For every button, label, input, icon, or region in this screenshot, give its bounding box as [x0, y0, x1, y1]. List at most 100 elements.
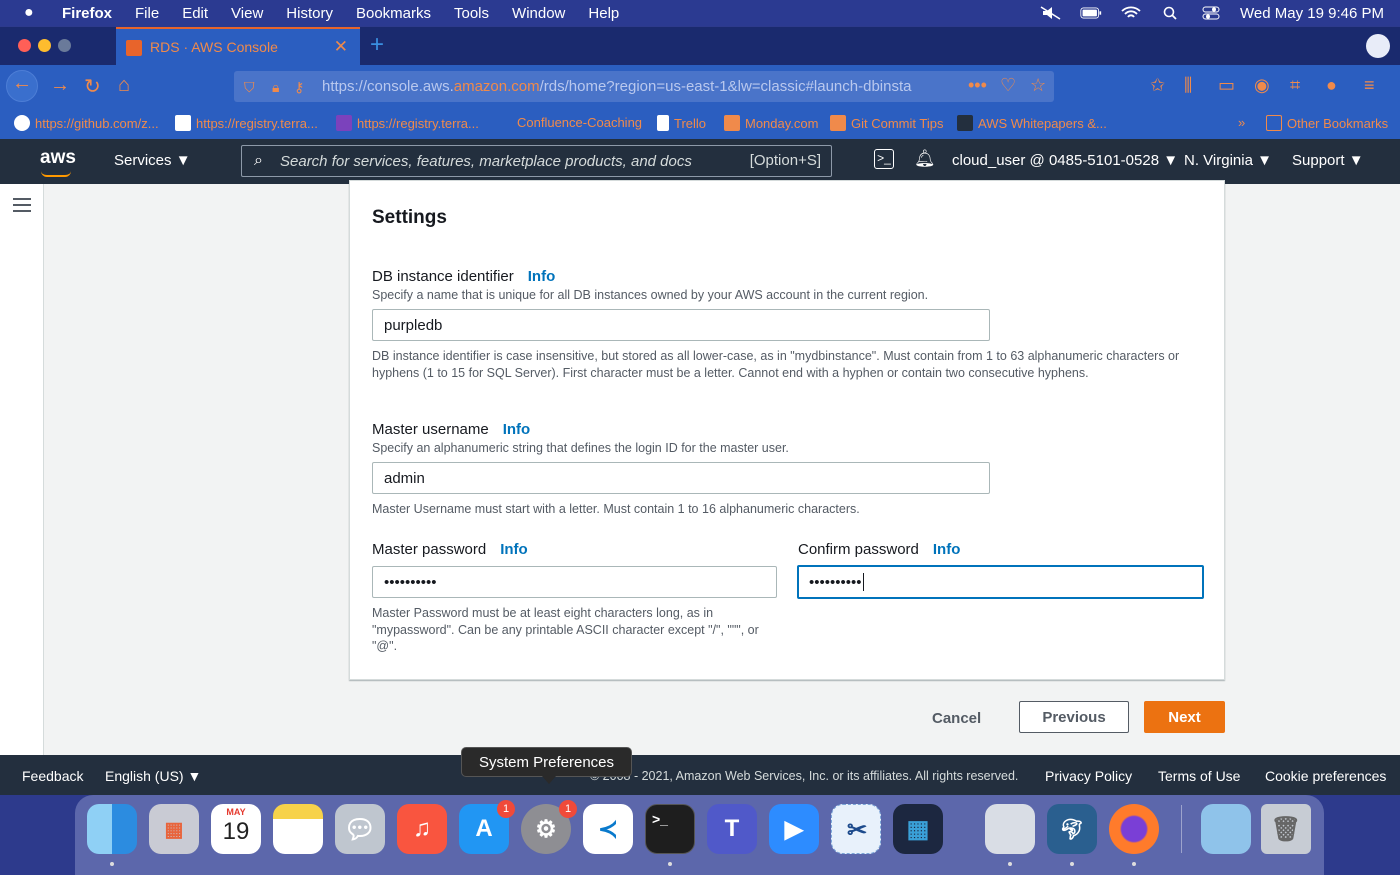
- support-label: Support: [1292, 152, 1345, 169]
- account-icon[interactable]: ◉: [1254, 75, 1270, 96]
- cookie-preferences-link[interactable]: Cookie preferences: [1265, 768, 1386, 784]
- tab-close-icon[interactable]: ✕: [334, 37, 348, 57]
- menu-app-name[interactable]: Firefox: [62, 5, 112, 22]
- account-menu[interactable]: cloud_user @ 0485-5101-0528 ▼: [952, 152, 1178, 169]
- back-arrow-icon[interactable]: ←: [12, 72, 32, 95]
- app-store-icon[interactable]: A1: [459, 800, 515, 854]
- screenshot-scissors-icon[interactable]: ✂: [831, 804, 881, 854]
- calendar-month: MAY: [226, 807, 246, 817]
- music-icon[interactable]: ♫: [397, 804, 447, 854]
- menu-view[interactable]: View: [231, 5, 263, 22]
- firefox-icon[interactable]: [1109, 804, 1159, 854]
- downloads-folder-icon[interactable]: [1201, 804, 1251, 854]
- mysql-workbench-icon[interactable]: 🐬︎: [1047, 804, 1097, 854]
- messages-icon[interactable]: 💬︎: [335, 804, 385, 854]
- aws-logo[interactable]: aws: [40, 147, 76, 177]
- window-minimize-button[interactable]: [38, 39, 51, 52]
- calendar-icon[interactable]: MAY 19: [211, 804, 261, 854]
- aws-search-input[interactable]: ⌕ Search for services, features, marketp…: [241, 145, 832, 177]
- aws-favicon-icon: [126, 40, 142, 56]
- battery-icon[interactable]: [1080, 6, 1102, 20]
- teams-icon[interactable]: T: [707, 804, 757, 854]
- bookmark-item[interactable]: https://registry.terra...: [175, 115, 318, 131]
- system-preferences-icon[interactable]: ⚙ 1: [521, 800, 577, 854]
- language-selector[interactable]: English (US) ▼: [105, 768, 201, 784]
- previous-button[interactable]: Previous: [1019, 701, 1129, 733]
- menu-window[interactable]: Window: [512, 5, 565, 22]
- extension-star-icon[interactable]: ✩: [1150, 75, 1165, 96]
- sidebar-icon[interactable]: ▭: [1218, 75, 1235, 96]
- info-link[interactable]: Info: [500, 541, 528, 558]
- key-icon[interactable]: ⚷: [294, 79, 304, 96]
- bookmark-item[interactable]: https://github.com/z...: [14, 115, 159, 131]
- terminal-icon[interactable]: >_: [645, 804, 695, 854]
- menu-history[interactable]: History: [286, 5, 333, 22]
- privacy-policy-link[interactable]: Privacy Policy: [1045, 768, 1132, 784]
- screenshot-icon[interactable]: ⌗: [1290, 75, 1300, 96]
- trash-icon[interactable]: 🗑︎: [1261, 804, 1311, 854]
- bookmark-star-icon[interactable]: ☆: [1030, 75, 1046, 96]
- zoom-icon[interactable]: ▶: [769, 804, 819, 854]
- confirm-password-input[interactable]: ••••••••••: [797, 565, 1204, 599]
- control-center-icon[interactable]: [1200, 6, 1222, 20]
- bookmark-item[interactable]: AWS Whitepapers &...: [957, 115, 1107, 131]
- browser-tab-active[interactable]: RDS · AWS Console ✕: [116, 27, 360, 65]
- spotlight-search-icon[interactable]: [1160, 6, 1182, 20]
- master-username-input[interactable]: admin: [372, 462, 990, 494]
- grid-app-icon[interactable]: ▦: [893, 804, 943, 854]
- terms-of-use-link[interactable]: Terms of Use: [1158, 768, 1240, 784]
- master-username-label: Master username Info: [372, 421, 530, 438]
- lock-icon[interactable]: 🔒︎: [272, 79, 279, 96]
- vscode-icon[interactable]: ≺: [583, 804, 633, 854]
- window-zoom-button[interactable]: [58, 39, 71, 52]
- shield-icon[interactable]: ⛉: [244, 79, 255, 96]
- bookmark-item[interactable]: Monday.com: [724, 115, 818, 131]
- menu-edit[interactable]: Edit: [182, 5, 208, 22]
- cloudshell-icon[interactable]: >_: [874, 149, 894, 169]
- master-password-input[interactable]: ••••••••••: [372, 566, 777, 598]
- extension-icon[interactable]: ●: [1326, 75, 1337, 96]
- pocket-icon[interactable]: ♡: [1000, 75, 1016, 96]
- menu-help[interactable]: Help: [588, 5, 619, 22]
- notifications-bell-icon[interactable]: 🔔︎: [914, 149, 936, 169]
- notes-icon[interactable]: [273, 804, 323, 854]
- menu-bookmarks[interactable]: Bookmarks: [356, 5, 431, 22]
- other-bookmarks[interactable]: Other Bookmarks: [1266, 115, 1388, 131]
- bookmark-item[interactable]: Git Commit Tips: [830, 115, 943, 131]
- wifi-icon[interactable]: [1120, 6, 1142, 20]
- menu-hamburger-icon[interactable]: ≡: [1364, 75, 1375, 96]
- bookmark-item[interactable]: https://registry.terra...: [336, 115, 479, 131]
- library-icon[interactable]: ⫼: [1184, 75, 1192, 96]
- more-bookmarks-chevron-icon[interactable]: »: [1238, 115, 1245, 130]
- launchpad-icon[interactable]: ▦: [149, 804, 199, 854]
- finder-icon[interactable]: [87, 804, 137, 854]
- db-identifier-input[interactable]: purpledb: [372, 309, 990, 341]
- hamburger-menu-icon[interactable]: [13, 198, 31, 212]
- home-icon[interactable]: ⌂: [118, 74, 130, 97]
- url-bar[interactable]: ⛉ 🔒︎ ⚷ https://console.aws. amazon.com/rd…: [234, 71, 1054, 102]
- cancel-button[interactable]: Cancel: [932, 710, 981, 727]
- bookmark-item[interactable]: Trello: [657, 115, 706, 131]
- info-link[interactable]: Info: [933, 541, 961, 558]
- preview-icon[interactable]: [985, 804, 1035, 854]
- menu-tools[interactable]: Tools: [454, 5, 489, 22]
- reload-icon[interactable]: ↻: [84, 74, 101, 99]
- info-link[interactable]: Info: [528, 268, 556, 285]
- forward-arrow-icon[interactable]: →: [50, 74, 70, 97]
- mute-icon[interactable]: [1040, 6, 1062, 20]
- next-button[interactable]: Next: [1144, 701, 1225, 733]
- support-menu[interactable]: Support ▼: [1292, 152, 1364, 169]
- region-menu[interactable]: N. Virginia ▼: [1184, 152, 1272, 169]
- window-close-button[interactable]: [18, 39, 31, 52]
- bookmark-item[interactable]: Confluence-Coaching: [517, 115, 642, 130]
- info-link[interactable]: Info: [503, 421, 531, 438]
- running-indicator: [668, 862, 672, 866]
- services-menu[interactable]: Services ▼: [114, 152, 191, 169]
- apple-menu-icon[interactable]: ●: [24, 4, 42, 22]
- running-indicator: [1008, 862, 1012, 866]
- page-actions-icon[interactable]: •••: [968, 75, 987, 96]
- feedback-link[interactable]: Feedback: [22, 768, 83, 784]
- menubar-clock[interactable]: Wed May 19 9:46 PM: [1240, 5, 1384, 22]
- menu-file[interactable]: File: [135, 5, 159, 22]
- new-tab-icon[interactable]: +: [370, 31, 384, 59]
